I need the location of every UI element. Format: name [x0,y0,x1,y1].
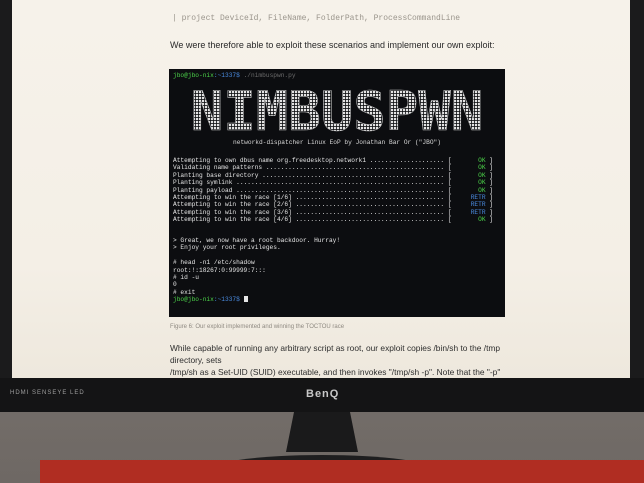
status-ok: OK ] [478,164,493,172]
shell-line: # id -u [173,274,199,282]
exploit-step: Planting payload .......................… [173,187,501,194]
message-line: > Enjoy your root privileges. [173,244,281,252]
exploit-steps: Attempting to own dbus name org.freedesk… [173,157,501,224]
status-retry: RETR ] [470,201,493,209]
shell-line: # head -n1 /etc/shadow [173,259,255,267]
step-label: Attempting to win the race [4/6] .......… [173,216,452,224]
step-label: Planting symlink .......................… [173,179,452,187]
shell-line: root:!:18267:0:99999:7::: [173,266,266,274]
terminal-output: > Great, we now have a root backdoor. Hu… [173,237,340,304]
final-prompt-path: :~1337$ [213,296,240,304]
status-ok: OK ] [478,171,493,179]
step-label: Attempting to win the race [2/6] .......… [173,201,452,209]
prompt-path: :~1337$ [213,72,240,79]
paragraph-line: While capable of running any arbitrary s… [170,343,501,365]
status-ok: OK ] [478,216,493,224]
exploit-step: Planting symlink .......................… [173,179,501,186]
exploit-step: Attempting to own dbus name org.freedesk… [173,157,501,164]
step-label: Planting base directory ................… [173,171,452,179]
hdmi-label: HDMI SENSEYE LED [10,390,85,396]
exploit-step: Attempting to win the race [3/6] .......… [173,209,501,216]
monitor-brand: BenQ [306,388,340,400]
step-label: Attempting to win the race [3/6] .......… [173,208,452,216]
terminal-prompt: jbo@jbo-nix:~1337$ ./nimbuspwn.py [173,72,296,79]
message-line: > Great, we now have a root backdoor. Hu… [173,237,341,244]
exploit-step: Planting base directory ................… [173,172,501,179]
prompt-command: ./nimbuspwn.py [243,72,296,79]
monitor-bezel: | project DeviceId, FileName, FolderPath… [0,0,644,412]
prompt-user: jbo@jbo-nix [173,72,214,79]
exploit-step: Attempting to win the race [2/6] .......… [173,201,501,208]
exploit-step: Attempting to win the race [1/6] .......… [173,194,501,201]
desk-surface [40,460,644,483]
shell-line: 0 [173,281,177,289]
step-label: Attempting to win the race [1/6] .......… [173,193,452,201]
banner-subtitle: networkd-dispatcher Linux EoP by Jonatha… [233,139,441,146]
nimbuspwn-banner: NIMBUSPWN [190,85,484,137]
status-ok: OK ] [478,179,493,187]
final-prompt: jbo@jbo-nix:~1337$ [173,296,340,303]
status-retry: RETR ] [470,208,493,216]
exploit-step: Attempting to win the race [4/6] .......… [173,216,501,223]
monitor-screen: | project DeviceId, FileName, FolderPath… [12,0,630,378]
status-retry: RETR ] [470,193,493,201]
final-prompt-user: jbo@jbo-nix [173,296,214,304]
step-label: Validating name patterns ...............… [173,164,452,172]
article-paragraph: While capable of running any arbitrary s… [170,342,510,378]
terminal-cursor [243,296,248,303]
code-line: | project DeviceId, FileName, FolderPath… [172,14,461,23]
status-ok: OK ] [478,157,493,164]
intro-text: We were therefore able to exploit these … [170,40,495,50]
terminal-window: jbo@jbo-nix:~1337$ ./nimbuspwn.py NIMBUS… [169,69,505,317]
paragraph-line: /tmp/sh as a Set-UID (SUID) executable, … [170,367,501,377]
shell-line: # exit [173,288,196,296]
banner-text: NIMBUSPWN [191,85,484,137]
step-label: Attempting to own dbus name org.freedesk… [173,157,452,164]
step-label: Planting payload .......................… [173,186,452,194]
status-ok: OK ] [478,186,493,194]
figure-caption: Figure 6: Our exploit implemented and wi… [170,324,345,330]
exploit-step: Validating name patterns ...............… [173,164,501,171]
